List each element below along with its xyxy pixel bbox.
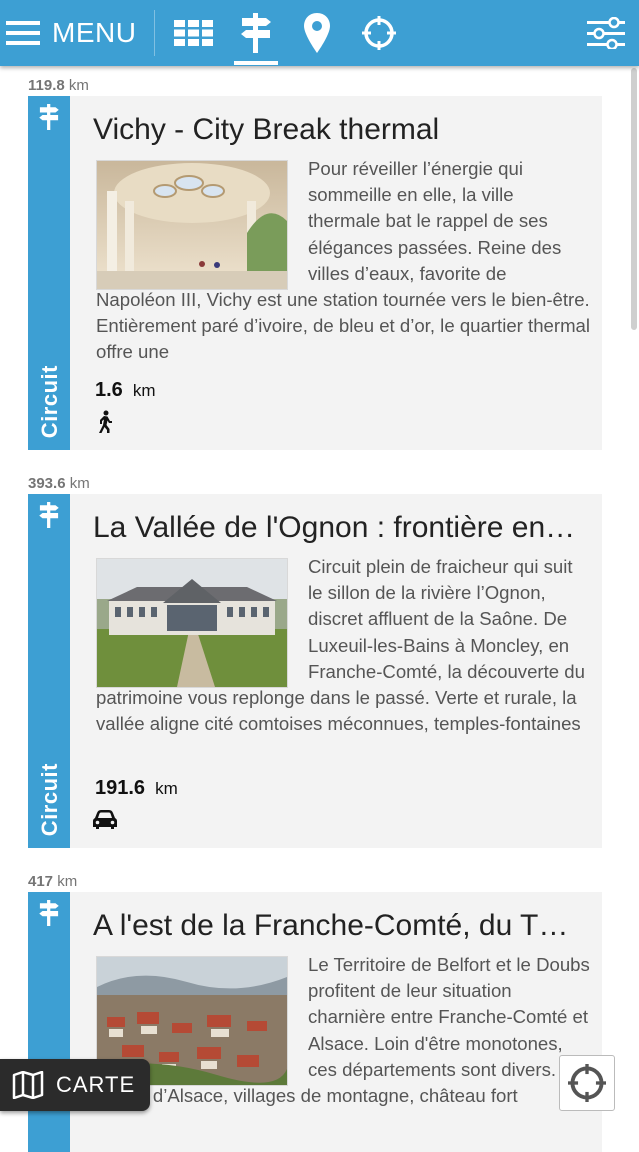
- signpost-icon: [39, 900, 59, 926]
- crosshair-icon: [568, 1064, 606, 1102]
- locate-me-button[interactable]: [559, 1055, 615, 1111]
- category-stripe: Circuit: [28, 494, 70, 848]
- signpost-icon: [241, 13, 271, 53]
- tab-nearby[interactable]: [355, 8, 403, 58]
- item-length: 1.6 km: [95, 379, 156, 401]
- list-item[interactable]: A l'est de la Franche-Comté, du T… Le Te…: [28, 892, 602, 1152]
- grid-icon: [174, 20, 213, 46]
- map-view-label: CARTE: [56, 1072, 136, 1097]
- item-title[interactable]: A l'est de la Franche-Comté, du T…: [93, 909, 593, 943]
- item-title[interactable]: Vichy - City Break thermal: [93, 113, 593, 147]
- item-thumbnail[interactable]: [96, 160, 288, 290]
- distance-label: 393.6 km: [28, 475, 90, 492]
- item-thumbnail[interactable]: [96, 558, 288, 688]
- sliders-icon: [587, 17, 625, 49]
- filter-button[interactable]: [584, 12, 628, 54]
- distance-label: 119.8 km: [28, 77, 89, 94]
- signpost-icon: [39, 104, 59, 130]
- list-item[interactable]: Circuit Vichy - City Break thermal Pour …: [28, 96, 602, 450]
- tab-circuits[interactable]: [232, 8, 280, 58]
- category-stripe: Circuit: [28, 96, 70, 450]
- active-tab-indicator: [234, 61, 278, 65]
- category-label: Circuit: [37, 762, 62, 836]
- map-view-button[interactable]: CARTE: [0, 1059, 150, 1111]
- map-pin-icon: [304, 13, 330, 53]
- item-title[interactable]: La Vallée de l'Ognon : frontière en…: [93, 511, 593, 545]
- menu-button[interactable]: MENU: [6, 14, 136, 52]
- map-icon: [12, 1071, 44, 1099]
- top-bar: MENU: [0, 0, 639, 66]
- menu-label: MENU: [52, 17, 137, 48]
- tab-grid[interactable]: [170, 8, 218, 58]
- category-label: Circuit: [37, 364, 62, 438]
- signpost-icon: [39, 502, 59, 528]
- crosshair-icon: [362, 16, 396, 50]
- tab-map-pin[interactable]: [293, 8, 341, 58]
- scrollbar[interactable]: [631, 68, 637, 330]
- distance-label: 417 km: [28, 873, 78, 890]
- item-length: 191.6 km: [95, 777, 178, 799]
- category-stripe: [28, 892, 70, 1152]
- walking-icon: [99, 410, 112, 433]
- hamburger-icon: [6, 21, 40, 45]
- topbar-divider: [154, 10, 155, 56]
- car-icon: [93, 810, 117, 829]
- list-item[interactable]: Circuit La Vallée de l'Ognon : frontière…: [28, 494, 602, 848]
